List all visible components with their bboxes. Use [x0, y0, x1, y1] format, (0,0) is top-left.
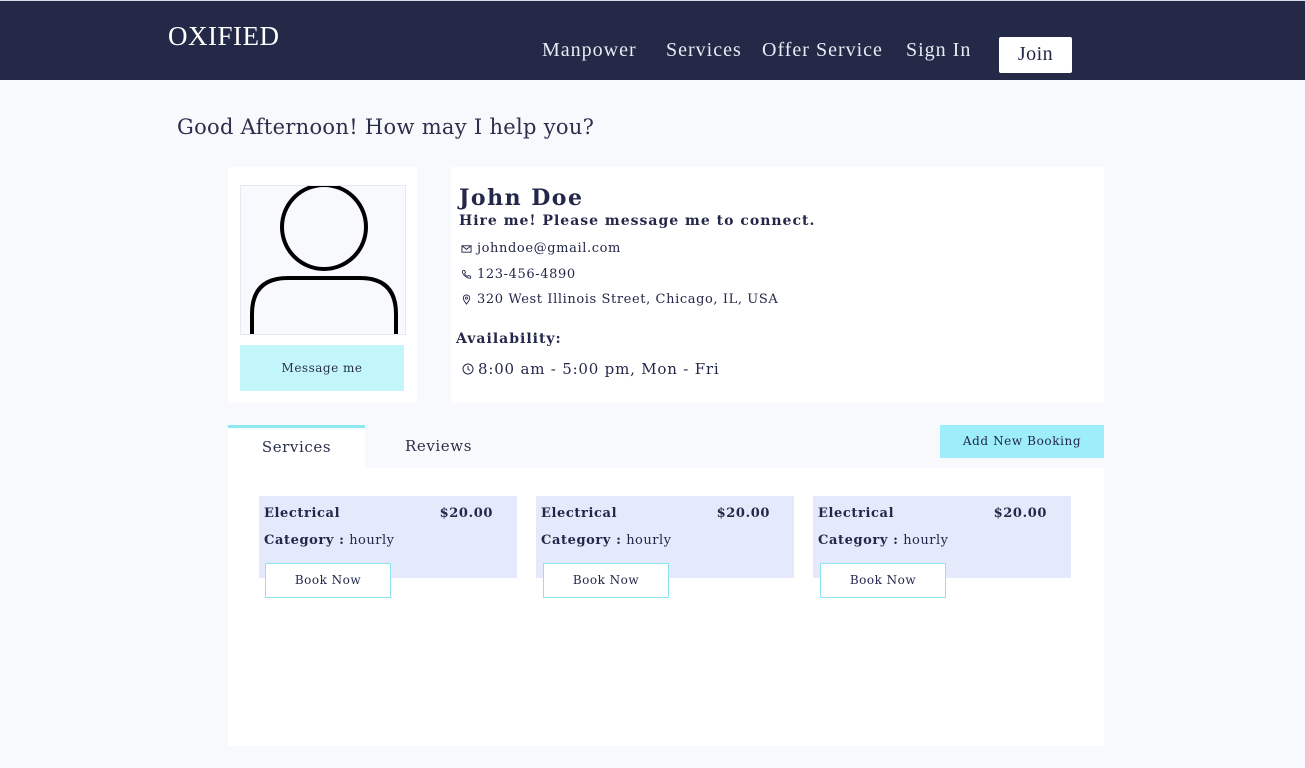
category-value: hourly	[626, 533, 672, 548]
logo[interactable]: OXIFIED	[168, 21, 280, 52]
greeting-heading: Good Afternoon! How may I help you?	[177, 115, 595, 139]
nav-link-sign-in[interactable]: Sign In	[906, 39, 971, 62]
tab-services[interactable]: Services	[228, 425, 365, 468]
service-price: $20.00	[993, 506, 1047, 521]
nav-link-offer-service[interactable]: Offer Service	[762, 39, 883, 62]
service-card: Electrical $20.00 Category : hourly Book…	[259, 496, 517, 598]
add-new-booking-button[interactable]: Add New Booking	[940, 425, 1104, 458]
phone-text: 123-456-4890	[477, 267, 576, 282]
service-price: $20.00	[716, 506, 770, 521]
service-title: Electrical	[541, 506, 618, 521]
profile-info-card: John Doe Hire me! Please message me to c…	[451, 167, 1104, 403]
service-price: $20.00	[439, 506, 493, 521]
address-text: 320 West Illinois Street, Chicago, IL, U…	[477, 292, 779, 307]
availability-hours: 8:00 am - 5:00 pm, Mon - Fri	[462, 360, 719, 378]
service-category: Category : hourly	[264, 533, 394, 548]
join-button[interactable]: Join	[999, 37, 1072, 73]
book-now-button[interactable]: Book Now	[265, 563, 391, 598]
service-category: Category : hourly	[541, 533, 671, 548]
category-label: Category :	[541, 533, 622, 548]
contact-phone: 123-456-4890	[461, 267, 576, 282]
clock-icon	[462, 363, 474, 375]
service-card: Electrical $20.00 Category : hourly Book…	[813, 496, 1071, 598]
service-card: Electrical $20.00 Category : hourly Book…	[536, 496, 794, 598]
service-category: Category : hourly	[818, 533, 948, 548]
avatar	[240, 185, 406, 335]
category-value: hourly	[349, 533, 395, 548]
nav-link-manpower[interactable]: Manpower	[542, 39, 637, 62]
phone-icon	[461, 269, 472, 279]
category-label: Category :	[264, 533, 345, 548]
contact-email: johndoe@gmail.com	[461, 241, 621, 256]
category-value: hourly	[903, 533, 949, 548]
tab-reviews[interactable]: Reviews	[375, 425, 502, 468]
avatar-card: Message me	[228, 167, 417, 403]
navbar: OXIFIED Manpower Services Offer Service …	[0, 0, 1305, 80]
nav-link-services[interactable]: Services	[666, 39, 742, 62]
profile-name: John Doe	[459, 185, 584, 211]
service-title: Electrical	[264, 506, 341, 521]
book-now-button[interactable]: Book Now	[820, 563, 946, 598]
contact-address: 320 West Illinois Street, Chicago, IL, U…	[461, 292, 778, 307]
mail-icon	[461, 245, 472, 253]
location-pin-icon	[462, 294, 471, 305]
tabs-panel: Services Reviews Add New Booking Electri…	[228, 425, 1104, 746]
book-now-button[interactable]: Book Now	[543, 563, 669, 598]
user-placeholder-icon	[250, 186, 398, 334]
service-title: Electrical	[818, 506, 895, 521]
email-text[interactable]: johndoe@gmail.com	[477, 241, 621, 256]
availability-label: Availability:	[456, 331, 562, 347]
message-me-button[interactable]: Message me	[240, 345, 404, 391]
category-label: Category :	[818, 533, 899, 548]
profile-tagline: Hire me! Please message me to connect.	[459, 213, 816, 229]
availability-text: 8:00 am - 5:00 pm, Mon - Fri	[478, 360, 720, 378]
